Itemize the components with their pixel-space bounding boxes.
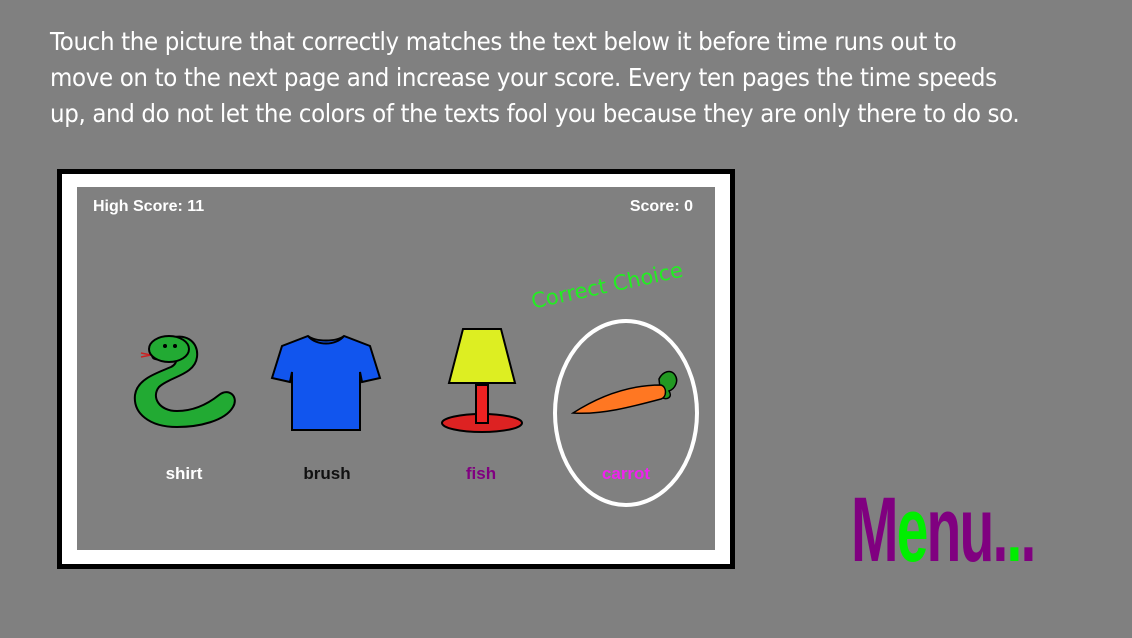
instructions-text: Touch the picture that correctly matches… — [50, 27, 1020, 128]
choice-label-1: shirt — [165, 464, 203, 483]
choice-picture-3[interactable] — [437, 327, 527, 437]
high-score: High Score: 11 — [93, 198, 205, 215]
menu-letter: e — [896, 479, 929, 581]
choice-label-3: fish — [465, 464, 497, 483]
menu-letter: M — [851, 479, 899, 581]
menu-letter: n — [926, 479, 962, 581]
menu-button[interactable]: Menu... — [851, 479, 1036, 581]
menu-letter: . — [992, 479, 1008, 581]
score: Score: 0 — [629, 198, 693, 215]
game-frame-border: High Score: 11 Score: 0 shirt brush fish… — [62, 174, 730, 564]
correct-choice-ring — [553, 319, 699, 507]
choice-label-2: brush — [303, 464, 351, 483]
lamp-icon — [441, 328, 523, 433]
correct-choice-text: Correct Choice — [529, 257, 686, 314]
menu-letter: . — [1020, 479, 1036, 581]
game-area: High Score: 11 Score: 0 shirt brush fish… — [77, 187, 715, 550]
snake-icon — [133, 335, 236, 429]
menu-letter: . — [1006, 479, 1022, 581]
game-frame: High Score: 11 Score: 0 shirt brush fish… — [57, 169, 735, 569]
choice-picture-1[interactable] — [129, 327, 244, 437]
choice-picture-2[interactable] — [270, 332, 382, 432]
menu-letter: u — [959, 479, 995, 581]
tshirt-icon — [270, 334, 382, 431]
